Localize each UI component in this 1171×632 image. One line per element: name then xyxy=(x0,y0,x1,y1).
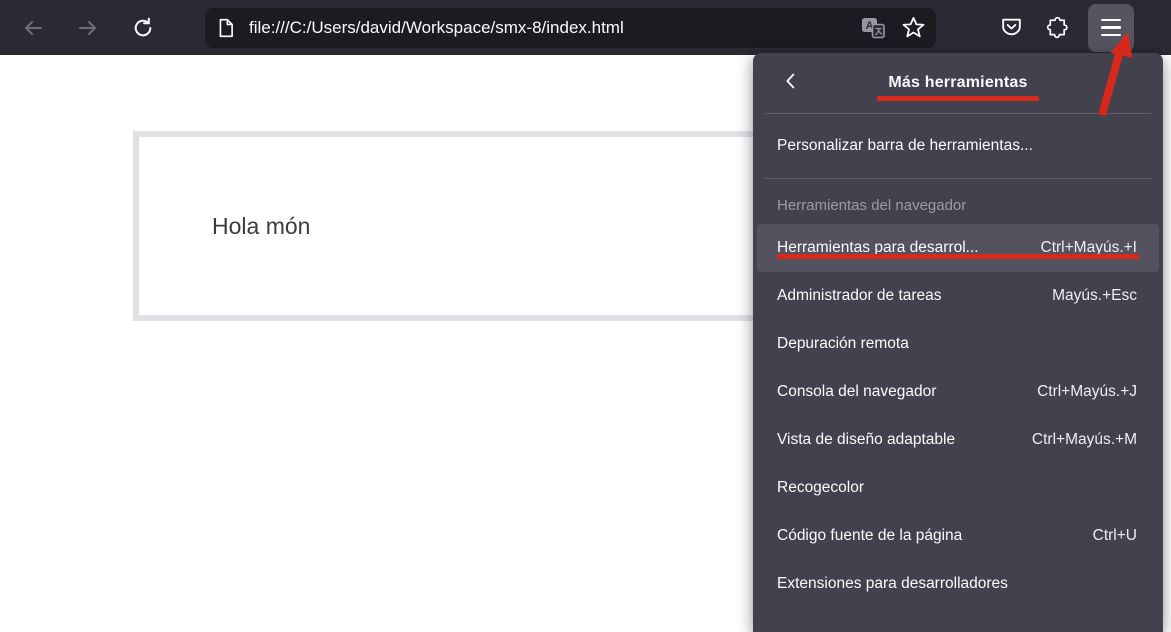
extensions-button[interactable] xyxy=(1040,11,1074,45)
reload-button[interactable] xyxy=(126,11,160,45)
url-bar[interactable]: file:///C:/Users/david/Workspace/smx-8/i… xyxy=(205,7,936,48)
section-header-browser-tools: Herramientas del navegador xyxy=(777,197,967,214)
panel-title: Más herramientas xyxy=(888,74,1028,91)
pocket-button[interactable] xyxy=(994,11,1028,45)
forward-button[interactable] xyxy=(71,11,105,45)
greeting-text: Hola món xyxy=(212,212,311,239)
menu-item-eyedropper[interactable]: Recogecolor xyxy=(753,464,1163,512)
translate-icon[interactable]: A xyxy=(859,15,887,41)
menu-item-label: Depuración remota xyxy=(777,335,909,352)
panel-back-button[interactable] xyxy=(771,61,811,105)
menu-list: Herramientas para desarrol... Ctrl+Mayús… xyxy=(753,224,1163,608)
menu-item-label: Extensiones para desarrolladores xyxy=(777,575,1008,592)
panel-header: Más herramientas xyxy=(753,53,1163,113)
chevron-left-icon xyxy=(780,70,802,97)
back-icon xyxy=(21,16,45,40)
more-tools-panel: Más herramientas Personalizar barra de h… xyxy=(753,53,1163,632)
menu-item-label: Administrador de tareas xyxy=(777,287,942,304)
menu-button[interactable] xyxy=(1088,3,1134,52)
menu-item-page-source[interactable]: Código fuente de la página Ctrl+U xyxy=(753,512,1163,560)
menu-item-remote-debugging[interactable]: Depuración remota xyxy=(753,320,1163,368)
menu-item-label: Vista de diseño adaptable xyxy=(777,431,956,448)
menu-item-developer-tools[interactable]: Herramientas para desarrol... Ctrl+Mayús… xyxy=(757,224,1159,272)
bookmark-star-icon[interactable] xyxy=(901,15,926,40)
menu-item-label: Código fuente de la página xyxy=(777,527,963,544)
annotation-devtools-underline xyxy=(777,254,1139,259)
browser-window: file:///C:/Users/david/Workspace/smx-8/i… xyxy=(0,0,1171,632)
page-icon xyxy=(217,18,235,38)
menu-item-task-manager[interactable]: Administrador de tareas Mayús.+Esc xyxy=(753,272,1163,320)
menu-item-shortcut: Ctrl+U xyxy=(1092,527,1137,544)
menu-item-browser-console[interactable]: Consola del navegador Ctrl+Mayús.+J xyxy=(753,368,1163,416)
url-text[interactable]: file:///C:/Users/david/Workspace/smx-8/i… xyxy=(249,18,859,38)
reload-icon xyxy=(131,16,155,40)
pocket-icon xyxy=(999,15,1024,40)
menu-item-responsive-design[interactable]: Vista de diseño adaptable Ctrl+Mayús.+M xyxy=(753,416,1163,464)
menu-item-customize-toolbar[interactable]: Personalizar barra de herramientas... xyxy=(753,114,1163,178)
menu-item-shortcut: Mayús.+Esc xyxy=(1052,287,1137,304)
menu-item-developer-extensions[interactable]: Extensiones para desarrolladores xyxy=(753,560,1163,608)
forward-icon xyxy=(76,16,100,40)
menu-item-label: Personalizar barra de herramientas... xyxy=(777,137,1033,154)
menu-item-label: Consola del navegador xyxy=(777,383,937,400)
menu-item-label: Recogecolor xyxy=(777,479,865,496)
navigation-toolbar: file:///C:/Users/david/Workspace/smx-8/i… xyxy=(0,0,1171,55)
annotation-title-underline xyxy=(877,96,1039,101)
menu-item-shortcut: Ctrl+Mayús.+J xyxy=(1037,383,1137,400)
extensions-icon xyxy=(1045,15,1070,40)
menu-item-shortcut: Ctrl+Mayús.+M xyxy=(1031,431,1137,448)
back-button[interactable] xyxy=(16,11,50,45)
